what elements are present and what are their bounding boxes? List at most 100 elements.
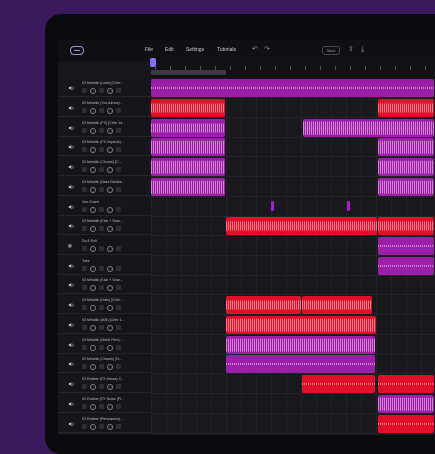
track-header[interactable]: ◀)) 03 Rubber (FX Noise (Pl... xyxy=(58,394,151,413)
vox-chant-marker[interactable] xyxy=(347,201,350,211)
audio-clip[interactable] xyxy=(378,395,434,413)
fx-icon[interactable] xyxy=(116,285,121,290)
record-button[interactable] xyxy=(82,404,87,409)
volume-knob[interactable] xyxy=(90,187,96,193)
record-button[interactable] xyxy=(82,325,87,330)
volume-knob[interactable] xyxy=(90,384,96,390)
speaker-icon[interactable]: ◀)) xyxy=(68,282,74,288)
record-button[interactable] xyxy=(82,246,87,251)
track-name[interactable]: 03 Rubber (FX Atmos) C... xyxy=(82,377,148,381)
audio-clip[interactable] xyxy=(378,375,434,393)
volume-knob[interactable] xyxy=(90,246,96,252)
record-button[interactable] xyxy=(82,187,87,192)
menu-tutorials[interactable]: Tutorials xyxy=(217,47,236,53)
speaker-icon[interactable]: ◀)) xyxy=(68,204,74,210)
record-button[interactable] xyxy=(82,384,87,389)
volume-knob[interactable] xyxy=(90,207,96,213)
pan-knob[interactable] xyxy=(107,187,113,193)
track-header[interactable]: ◀)) 03 Metallic (FX) [Crthr 14... xyxy=(58,118,151,137)
record-button[interactable] xyxy=(82,226,87,231)
audio-clip[interactable] xyxy=(151,158,225,176)
volume-knob[interactable] xyxy=(90,226,96,232)
track-name[interactable]: 03 Metallic (Kick + Snar... xyxy=(82,219,148,223)
audio-clip[interactable] xyxy=(226,316,376,334)
pan-knob[interactable] xyxy=(107,226,113,232)
volume-knob[interactable] xyxy=(90,108,96,114)
audio-clip[interactable] xyxy=(151,138,225,156)
menu-edit[interactable]: Edit xyxy=(165,47,174,53)
fx-icon[interactable] xyxy=(116,88,121,93)
audio-clip[interactable] xyxy=(226,336,375,354)
track-header[interactable]: ◀)) 03 Metallic (Lead) [Crthr... xyxy=(58,78,151,97)
track-header[interactable]: ◀)) 03 Rubber (FX Atmos) C... xyxy=(58,374,151,393)
pan-knob[interactable] xyxy=(107,305,113,311)
audio-clip[interactable] xyxy=(226,296,301,314)
audio-clip[interactable] xyxy=(151,119,225,137)
redo-icon[interactable]: ↷ xyxy=(264,45,270,55)
audio-clip[interactable] xyxy=(226,217,377,235)
headphones-icon[interactable] xyxy=(99,187,104,192)
headphones-icon[interactable] xyxy=(99,345,104,350)
headphones-icon[interactable] xyxy=(99,108,104,113)
speaker-icon[interactable]: ◀)) xyxy=(68,322,74,328)
menu-settings[interactable]: Settings xyxy=(186,47,204,53)
fx-icon[interactable] xyxy=(116,246,121,251)
audio-clip[interactable] xyxy=(151,99,225,117)
fx-icon[interactable] xyxy=(116,325,121,330)
track-name[interactable]: 03 Metallic (Metal Perc)... xyxy=(82,338,148,342)
audio-clip[interactable] xyxy=(302,296,372,314)
track-header[interactable]: ◀)) 03 Rubber (Percussion)... xyxy=(58,414,151,433)
pan-knob[interactable] xyxy=(107,424,113,430)
save-button[interactable]: Save xyxy=(322,46,340,55)
track-name[interactable]: Toks xyxy=(82,259,148,263)
pan-knob[interactable] xyxy=(107,167,113,173)
track-header[interactable]: ◀)) 03 Metallic (Vox Atmos)... xyxy=(58,98,151,117)
speaker-icon[interactable]: ◀)) xyxy=(68,421,74,427)
headphones-icon[interactable] xyxy=(99,266,104,271)
fx-icon[interactable] xyxy=(116,187,121,192)
fx-icon[interactable] xyxy=(116,167,121,172)
record-button[interactable] xyxy=(82,108,87,113)
pan-knob[interactable] xyxy=(107,246,113,252)
headphones-icon[interactable] xyxy=(99,226,104,231)
fx-icon[interactable] xyxy=(116,226,121,231)
pan-knob[interactable] xyxy=(107,364,113,370)
pan-knob[interactable] xyxy=(107,147,113,153)
track-name[interactable]: 03 Metallic (Lead) [Crthr... xyxy=(82,81,148,85)
speaker-icon[interactable]: ◀)) xyxy=(68,263,74,269)
speaker-icon[interactable]: ◀)) xyxy=(68,381,74,387)
wave-logo-icon[interactable] xyxy=(70,46,84,55)
audio-clip[interactable] xyxy=(378,237,434,255)
pan-knob[interactable] xyxy=(107,345,113,351)
track-name[interactable]: 03 Metallic (FX) [Crthr 14... xyxy=(82,121,148,125)
track-header[interactable]: ◀)) 03 Metallic (Bass Breaks... xyxy=(58,177,151,196)
track-header[interactable]: ◀)) Vox Chant xyxy=(58,197,151,216)
speaker-icon[interactable]: ◀)) xyxy=(68,144,74,150)
audio-clip[interactable] xyxy=(303,119,434,137)
volume-knob[interactable] xyxy=(90,364,96,370)
volume-knob[interactable] xyxy=(90,404,96,410)
audio-clip[interactable] xyxy=(226,355,375,373)
speaker-icon[interactable]: ◀)) xyxy=(68,85,74,91)
speaker-icon[interactable]: ◀)) xyxy=(68,164,74,170)
headphones-icon[interactable] xyxy=(99,207,104,212)
undo-icon[interactable]: ↶ xyxy=(252,45,258,55)
share-icon[interactable]: ⇪ xyxy=(348,45,354,55)
track-name[interactable]: Do A Roll xyxy=(82,239,148,243)
headphones-icon[interactable] xyxy=(99,325,104,330)
volume-knob[interactable] xyxy=(90,266,96,272)
record-button[interactable] xyxy=(82,167,87,172)
arrangement-timeline[interactable] xyxy=(151,78,435,435)
speaker-icon[interactable]: ◀)) xyxy=(68,302,74,308)
record-button[interactable] xyxy=(82,364,87,369)
pan-knob[interactable] xyxy=(107,325,113,331)
track-header[interactable]: ◀)) 03 Metallic (Chants) [Cr... xyxy=(58,354,151,373)
pan-knob[interactable] xyxy=(107,128,113,134)
audio-clip[interactable] xyxy=(151,178,225,196)
record-button[interactable] xyxy=(82,207,87,212)
fx-icon[interactable] xyxy=(116,305,121,310)
record-button[interactable] xyxy=(82,345,87,350)
headphones-icon[interactable] xyxy=(99,305,104,310)
record-button[interactable] xyxy=(82,285,87,290)
speaker-icon[interactable]: ◀)) xyxy=(68,342,74,348)
